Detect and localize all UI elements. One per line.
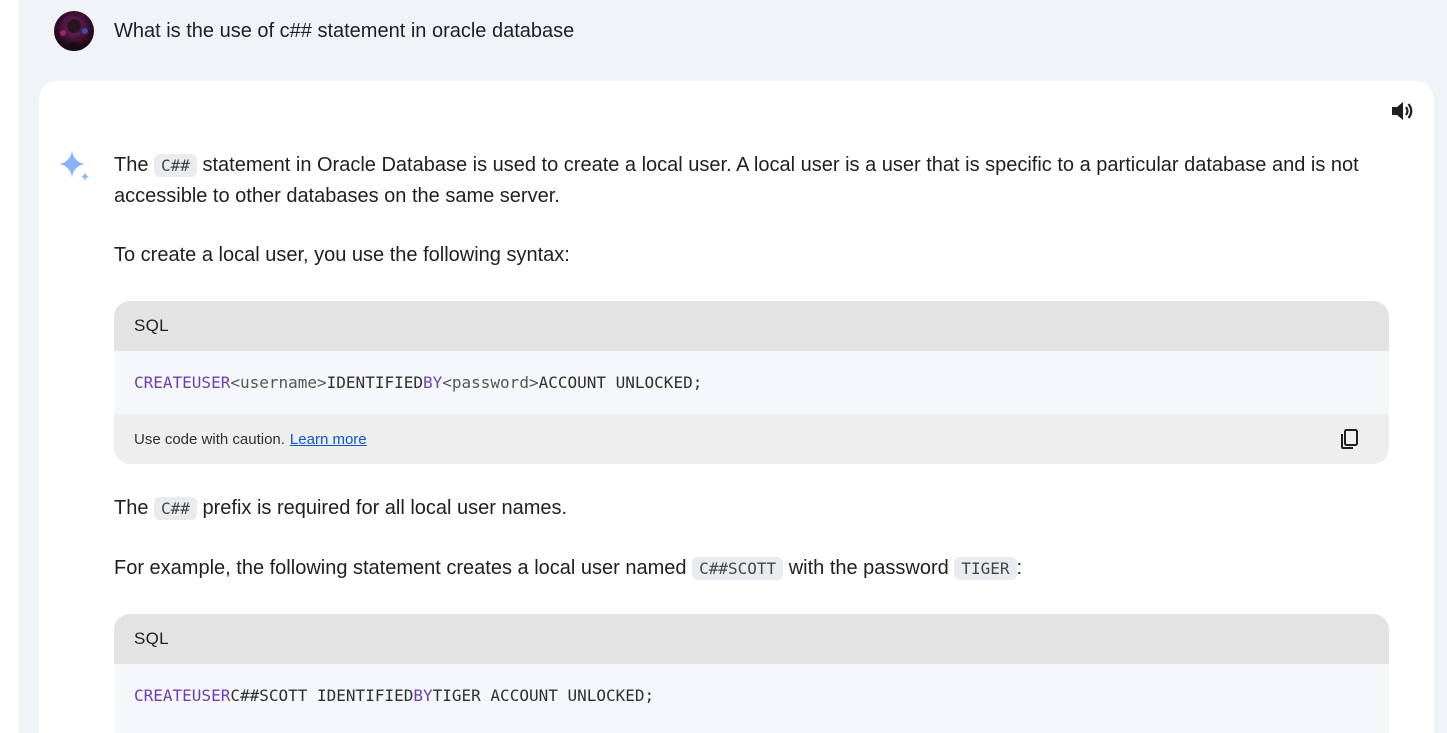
text: statement in Oracle Database is used to … — [196, 154, 1359, 176]
gemini-spark-icon — [56, 148, 92, 184]
text: accessible to other databases on the sam… — [114, 185, 560, 207]
response-paragraph-3: The C## prefix is required for all local… — [114, 493, 1404, 524]
inline-code: C## — [154, 154, 197, 177]
code-footer: Use code with caution. Learn more — [114, 414, 1389, 464]
code-keyword: BY — [413, 686, 433, 705]
text: : — [1016, 557, 1023, 579]
code-keyword: USER — [191, 373, 231, 392]
caution-text: Use code with caution. — [134, 430, 285, 448]
text: with the password — [783, 557, 955, 579]
response-paragraph-1: The C## statement in Oracle Database is … — [114, 150, 1404, 211]
text: prefix is required for all local user na… — [196, 497, 568, 519]
user-avatar[interactable] — [54, 11, 94, 51]
inline-code: C## — [154, 497, 197, 520]
response-paragraph-2: To create a local user, you use the foll… — [114, 244, 570, 266]
code-block: SQL CREATE USER <username> IDENTIFIED BY… — [114, 301, 1389, 464]
text: For example, the following statement cre… — [114, 557, 693, 579]
inline-code: TIGER — [954, 557, 1017, 580]
copy-icon[interactable] — [1339, 428, 1361, 450]
response-paragraph-4: For example, the following statement cre… — [114, 553, 1404, 584]
volume-icon[interactable] — [1388, 97, 1416, 125]
code-language-label: SQL — [114, 614, 1389, 664]
inline-code: C##SCOTT — [692, 557, 784, 580]
code-text: IDENTIFIED — [326, 373, 423, 392]
text: The — [114, 497, 155, 519]
text: The — [114, 154, 155, 176]
code-block: SQL CREATE USER C##SCOTT IDENTIFIED BY T… — [114, 614, 1389, 733]
code-keyword: CREATE — [134, 686, 192, 705]
code-text: C##SCOTT IDENTIFIED — [230, 686, 414, 705]
code-keyword: USER — [191, 686, 231, 705]
code-language-label: SQL — [114, 301, 1389, 351]
code-text: TIGER ACCOUNT UNLOCKED; — [432, 686, 655, 705]
code-text: ACCOUNT UNLOCKED; — [538, 373, 703, 392]
code-placeholder: <username> — [230, 373, 327, 392]
code-content[interactable]: CREATE USER <username> IDENTIFIED BY <pa… — [114, 351, 1389, 414]
code-content[interactable]: CREATE USER C##SCOTT IDENTIFIED BY TIGER… — [114, 664, 1389, 727]
user-prompt: What is the use of c## statement in orac… — [114, 20, 575, 42]
code-placeholder: <password> — [442, 373, 539, 392]
code-keyword: BY — [422, 373, 443, 392]
code-keyword: CREATE — [134, 373, 192, 392]
learn-more-link[interactable]: Learn more — [290, 431, 367, 448]
